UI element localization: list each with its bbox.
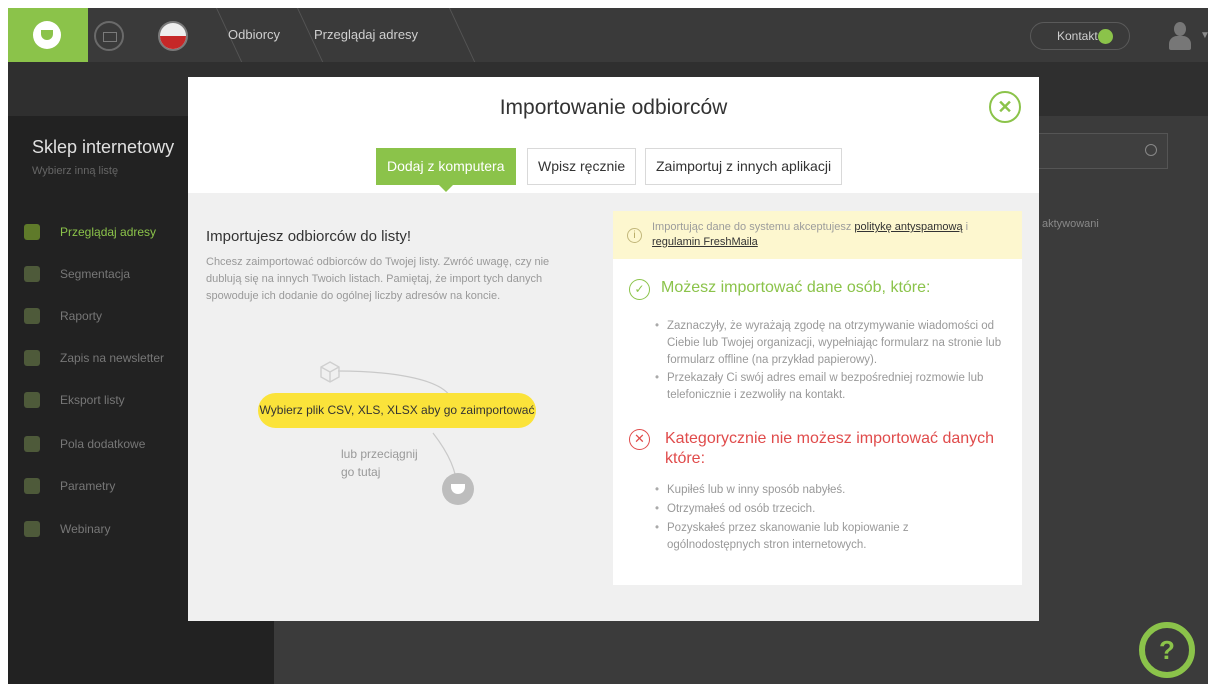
search-icon xyxy=(1145,144,1157,156)
monitor-icon xyxy=(24,521,40,537)
breadcrumb-separator xyxy=(436,8,476,62)
list-item: Zaznaczyły, że wyrażają zgodę na otrzymy… xyxy=(655,318,1015,369)
sidebar-item-label: Przeglądaj adresy xyxy=(60,225,157,239)
sidebar-item-label: Pola dodatkowe xyxy=(60,437,146,451)
tab-zaimportuj[interactable]: Zaimportuj z innych aplikacji xyxy=(645,148,843,185)
tab-dodaj-z-komputera[interactable]: Dodaj z komputera xyxy=(376,148,516,192)
modal-title: Importowanie odbiorców xyxy=(499,96,728,119)
sidebar-item-label: Eksport listy xyxy=(60,393,125,407)
pie-chart-icon xyxy=(24,308,40,324)
list-item: Pozyskałeś przez skanowanie lub kopiowan… xyxy=(655,520,995,554)
close-button[interactable]: ✕ xyxy=(989,91,1021,123)
forbidden-list: Kupiłeś lub w inny sposób nabyłeś. Otrzy… xyxy=(655,482,995,556)
search-input[interactable] xyxy=(1030,133,1168,169)
flag-icon[interactable] xyxy=(158,21,188,51)
list-item: Otrzymałeś od osób trzecich. xyxy=(655,501,995,518)
info-icon: i xyxy=(627,228,642,243)
contact-button[interactable]: Kontakt xyxy=(1030,22,1130,50)
logo-icon xyxy=(33,21,61,49)
sidebar-item-label: Parametry xyxy=(60,479,116,493)
forbidden-icon: ✕ xyxy=(629,429,650,450)
logo[interactable] xyxy=(8,8,88,62)
at-icon xyxy=(24,224,40,240)
sidebar-item-label: Segmentacja xyxy=(60,267,131,281)
contact-label: Kontakt xyxy=(1057,29,1098,43)
check-icon: ✓ xyxy=(629,279,650,300)
import-modal: Importowanie odbiorców ✕ Dodaj z kompute… xyxy=(188,77,1039,621)
allowed-heading: Możesz importować dane osób, które: xyxy=(661,279,931,296)
drop-zone-icon[interactable] xyxy=(442,473,474,505)
tab-wpisz-recznie[interactable]: Wpisz ręcznie xyxy=(527,148,637,185)
help-button[interactable]: ? xyxy=(1139,622,1195,678)
box-icon xyxy=(320,361,340,383)
drag-drop-hint: lub przeciągnij go tutaj xyxy=(341,447,418,479)
terms-link[interactable]: regulamin FreshMaila xyxy=(652,236,758,248)
breadcrumb-odbiorcy[interactable]: Odbiorcy xyxy=(228,8,280,62)
list-icon xyxy=(24,478,40,494)
rules-panel: i Importując dane do systemu akceptujesz… xyxy=(613,211,1022,585)
forbidden-heading: Kategorycznie nie możesz importować dany… xyxy=(665,430,995,467)
modal-body: Importujesz odbiorców do listy! Chcesz z… xyxy=(188,193,1039,621)
antispam-policy-link[interactable]: politykę antyspamową xyxy=(854,221,962,233)
sidebar-item-label: Zapis na newsletter xyxy=(60,351,165,365)
notice-text: Importując dane do systemu akceptujesz p… xyxy=(652,221,969,248)
envelope-icon xyxy=(24,350,40,366)
cloud-download-icon xyxy=(24,392,40,408)
chevron-down-icon[interactable]: ▼ xyxy=(1200,30,1208,41)
top-bar: Odbiorcy Przeglądaj adresy Kontakt ▼ xyxy=(8,8,1208,62)
sidebar-item-label: Raporty xyxy=(60,309,103,323)
grid-icon xyxy=(24,266,40,282)
user-icon[interactable] xyxy=(1168,22,1192,50)
list-item: Kupiłeś lub w inny sposób nabyłeś. xyxy=(655,482,995,499)
contact-status-icon xyxy=(1098,29,1113,44)
mail-icon[interactable] xyxy=(94,21,124,51)
list-item: Przekazały Ci swój adres email w bezpośr… xyxy=(655,370,1015,404)
list-title: Sklep internetowy xyxy=(32,137,175,157)
allowed-list: Zaznaczyły, że wyrażają zgodę na otrzymy… xyxy=(655,318,1015,405)
breadcrumb-przegladaj[interactable]: Przeglądaj adresy xyxy=(314,8,418,62)
fields-icon xyxy=(24,436,40,452)
notice-banner: i Importując dane do systemu akceptujesz… xyxy=(613,211,1022,259)
status-label: aktywowani xyxy=(1042,218,1099,230)
upload-file-button[interactable]: Wybierz plik CSV, XLS, XLSX aby go zaimp… xyxy=(258,393,536,428)
sidebar-item-label: Webinary xyxy=(60,522,111,536)
choose-list-link[interactable]: Wybierz inną listę xyxy=(32,165,118,177)
